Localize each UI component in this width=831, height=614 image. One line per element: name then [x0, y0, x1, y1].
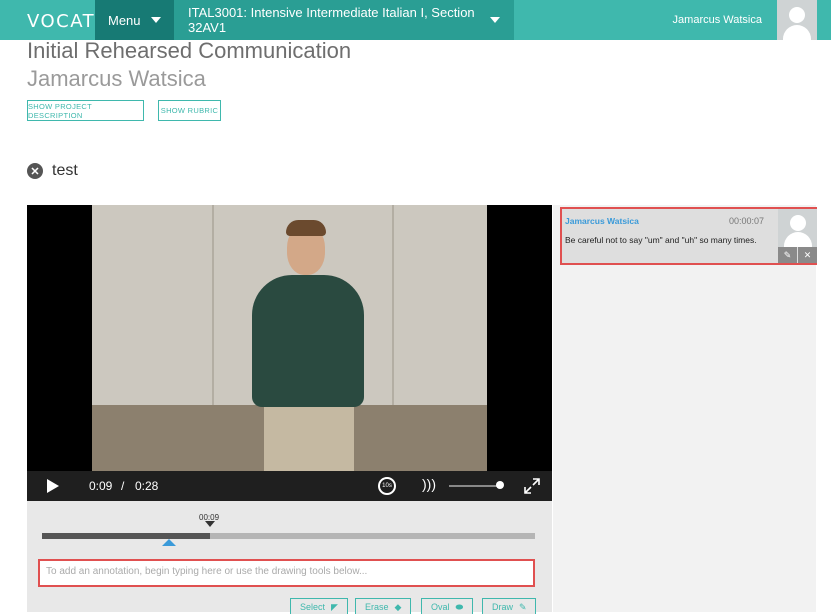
annotation-panel: 00:09 To add an annotation, begin typing… — [27, 501, 552, 614]
annotation-author[interactable]: Jamarcus Watsica — [565, 216, 639, 226]
annotations-list: Jamarcus Watsica 00:00:07 Be careful not… — [553, 205, 817, 612]
fullscreen-icon[interactable] — [524, 478, 540, 494]
menu-label: Menu — [108, 12, 141, 28]
annotation-card[interactable]: Jamarcus Watsica 00:00:07 Be careful not… — [560, 207, 817, 265]
volume-icon[interactable]: ))) — [422, 476, 436, 492]
course-selector[interactable]: ITAL3001: Intensive Intermediate Italian… — [174, 0, 514, 40]
clip-name: test — [52, 162, 78, 179]
timeline-progress — [42, 533, 210, 539]
erase-tool-label: Erase — [365, 602, 389, 612]
edit-annotation-icon[interactable]: ✎ — [778, 247, 797, 263]
menu-button[interactable]: Menu — [95, 0, 174, 40]
clip-row: ✕ test — [27, 162, 78, 180]
annotation-text: Be careful not to say "um" and "uh" so m… — [565, 235, 757, 245]
user-name-link[interactable]: Jamarcus Watsica — [673, 14, 762, 26]
video-controls: 0:09 / 0:28 10s ))) — [27, 471, 552, 501]
student-name: Jamarcus Watsica — [27, 66, 206, 91]
chevron-down-icon — [151, 17, 161, 23]
play-icon[interactable] — [47, 479, 59, 493]
annotation-avatar — [778, 209, 817, 247]
video-frame — [92, 205, 487, 471]
annotation-pin-icon[interactable] — [162, 539, 176, 546]
top-nav-bar: VOCAT Menu ITAL3001: Intensive Intermedi… — [0, 0, 831, 40]
rewind-10-icon[interactable]: 10s — [378, 477, 396, 495]
show-rubric-button[interactable]: SHOW RUBRIC — [158, 100, 221, 121]
show-project-description-button[interactable]: SHOW PROJECT DESCRIPTION — [27, 100, 144, 121]
vocat-logo[interactable]: VOCAT — [27, 11, 95, 32]
video-player[interactable] — [27, 205, 552, 471]
annotation-timestamp[interactable]: 00:00:07 — [729, 216, 764, 226]
time-separator: / — [121, 479, 125, 493]
chevron-down-icon — [490, 17, 500, 23]
eraser-icon: ◆ — [394, 602, 402, 612]
delete-annotation-icon[interactable]: ✕ — [798, 247, 817, 263]
rewind-label: 10s — [382, 483, 392, 489]
duration: 0:28 — [135, 479, 159, 493]
annotation-timeline[interactable] — [42, 533, 535, 539]
pencil-icon: ✎ — [519, 602, 527, 612]
current-time: 0:09 — [89, 479, 113, 493]
close-circle-icon[interactable]: ✕ — [27, 163, 43, 179]
cursor-icon: ◤ — [331, 602, 338, 612]
playhead-marker-icon — [205, 521, 215, 527]
page-title: Initial Rehearsed Communication — [27, 38, 352, 63]
select-tool-label: Select — [300, 602, 326, 612]
oval-icon: ⬬ — [455, 602, 464, 612]
draw-tool-label: Draw — [492, 602, 514, 612]
user-avatar[interactable] — [777, 0, 817, 40]
annotation-input[interactable]: To add an annotation, begin typing here … — [38, 559, 535, 587]
volume-slider[interactable] — [449, 485, 499, 487]
volume-slider-handle[interactable] — [496, 481, 504, 489]
oval-tool-label: Oval — [431, 602, 450, 612]
course-label: ITAL3001: Intensive Intermediate Italian… — [188, 5, 475, 35]
